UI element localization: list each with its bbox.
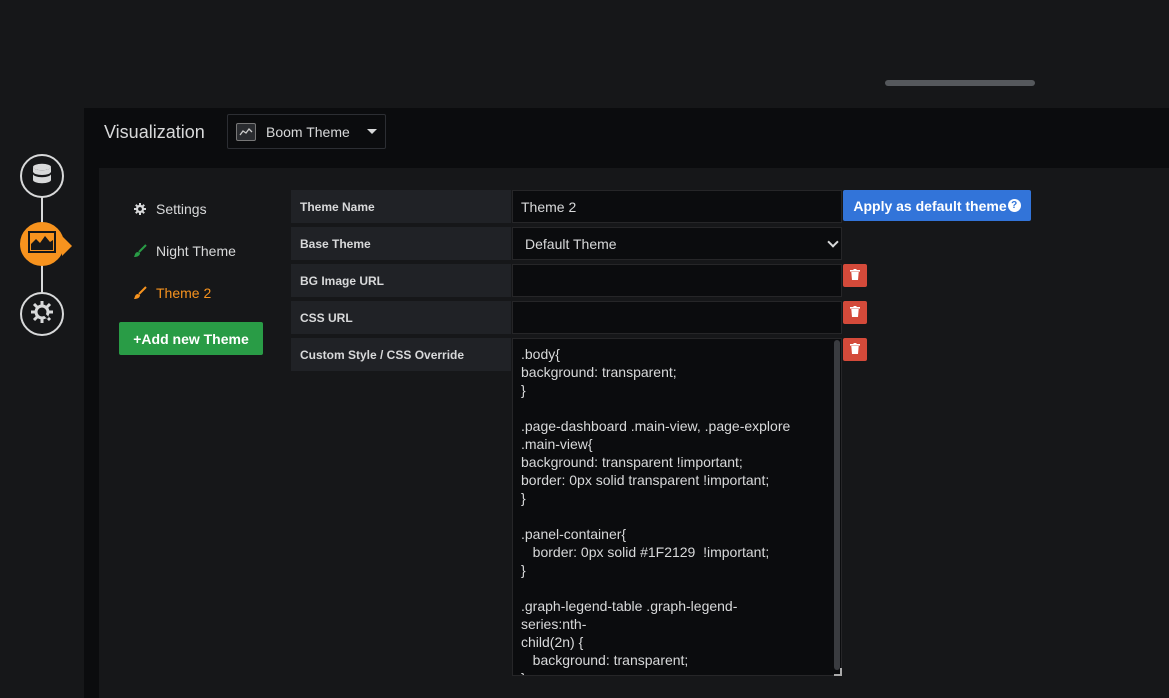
css-url-label: CSS URL [291, 301, 511, 334]
caret-down-icon [367, 129, 377, 134]
editor-stepper [0, 150, 84, 350]
menu-item-night-theme[interactable]: Night Theme [119, 230, 269, 272]
base-theme-row: Base Theme Default Theme [291, 227, 842, 260]
menu-item-label: Night Theme [156, 243, 236, 259]
trash-icon [850, 267, 860, 285]
textarea-scrollbar[interactable] [834, 340, 840, 670]
general-step[interactable] [20, 292, 64, 336]
queries-step[interactable] [20, 154, 64, 198]
css-url-row: CSS URL [291, 301, 842, 334]
chevron-down-icon [827, 236, 839, 248]
theme-menu: Settings Night Theme Theme 2 +Add new Th… [119, 188, 269, 355]
visualization-picker-label: Boom Theme [266, 123, 350, 140]
custom-css-textarea[interactable]: .body{ background: transparent; } .page-… [512, 338, 842, 676]
base-theme-label: Base Theme [291, 227, 511, 260]
add-new-theme-button[interactable]: +Add new Theme [119, 322, 263, 355]
apply-default-theme-label: Apply as default theme [853, 197, 1007, 214]
brush-icon [133, 286, 147, 300]
visualization-step-inner [25, 227, 59, 261]
boom-theme-icon [236, 122, 256, 141]
theme-name-label: Theme Name [291, 190, 511, 223]
theme-editor: Settings Night Theme Theme 2 +Add new Th… [99, 168, 1169, 698]
help-icon[interactable]: ? [1007, 199, 1021, 212]
brush-icon [133, 244, 147, 258]
trash-icon [850, 341, 860, 359]
bg-image-input[interactable] [512, 264, 842, 297]
bg-image-label: BG Image URL [291, 264, 511, 297]
delete-custom-style-button[interactable] [843, 338, 867, 361]
custom-style-label: Custom Style / CSS Override [291, 338, 511, 371]
trash-icon [850, 304, 860, 322]
resize-handle[interactable] [834, 668, 842, 676]
bg-image-row: BG Image URL [291, 264, 842, 297]
visualization-step[interactable] [20, 222, 72, 266]
visualization-header: Visualization Boom Theme [84, 108, 1169, 168]
menu-item-theme-2[interactable]: Theme 2 [119, 272, 269, 314]
theme-name-input[interactable] [512, 190, 842, 223]
menu-item-label: Theme 2 [156, 285, 212, 301]
base-theme-value: Default Theme [525, 235, 617, 252]
apply-default-theme-button[interactable]: Apply as default theme ? [843, 190, 1031, 221]
visualization-title: Visualization [104, 122, 205, 142]
gear-wrench-icon [29, 299, 55, 330]
horizontal-scrollbar[interactable] [885, 80, 1035, 86]
menu-item-settings[interactable]: Settings [119, 188, 269, 230]
menu-item-label: Settings [156, 201, 207, 217]
chart-area-icon [28, 230, 56, 258]
custom-style-row: Custom Style / CSS Override [291, 338, 511, 371]
delete-bg-image-button[interactable] [843, 264, 867, 287]
css-url-input[interactable] [512, 301, 842, 334]
cog-icon [133, 202, 147, 216]
delete-css-url-button[interactable] [843, 301, 867, 324]
base-theme-select[interactable]: Default Theme [512, 227, 842, 260]
visualization-picker[interactable]: Boom Theme [227, 114, 386, 149]
database-icon [30, 162, 54, 191]
theme-name-row: Theme Name [291, 190, 842, 223]
